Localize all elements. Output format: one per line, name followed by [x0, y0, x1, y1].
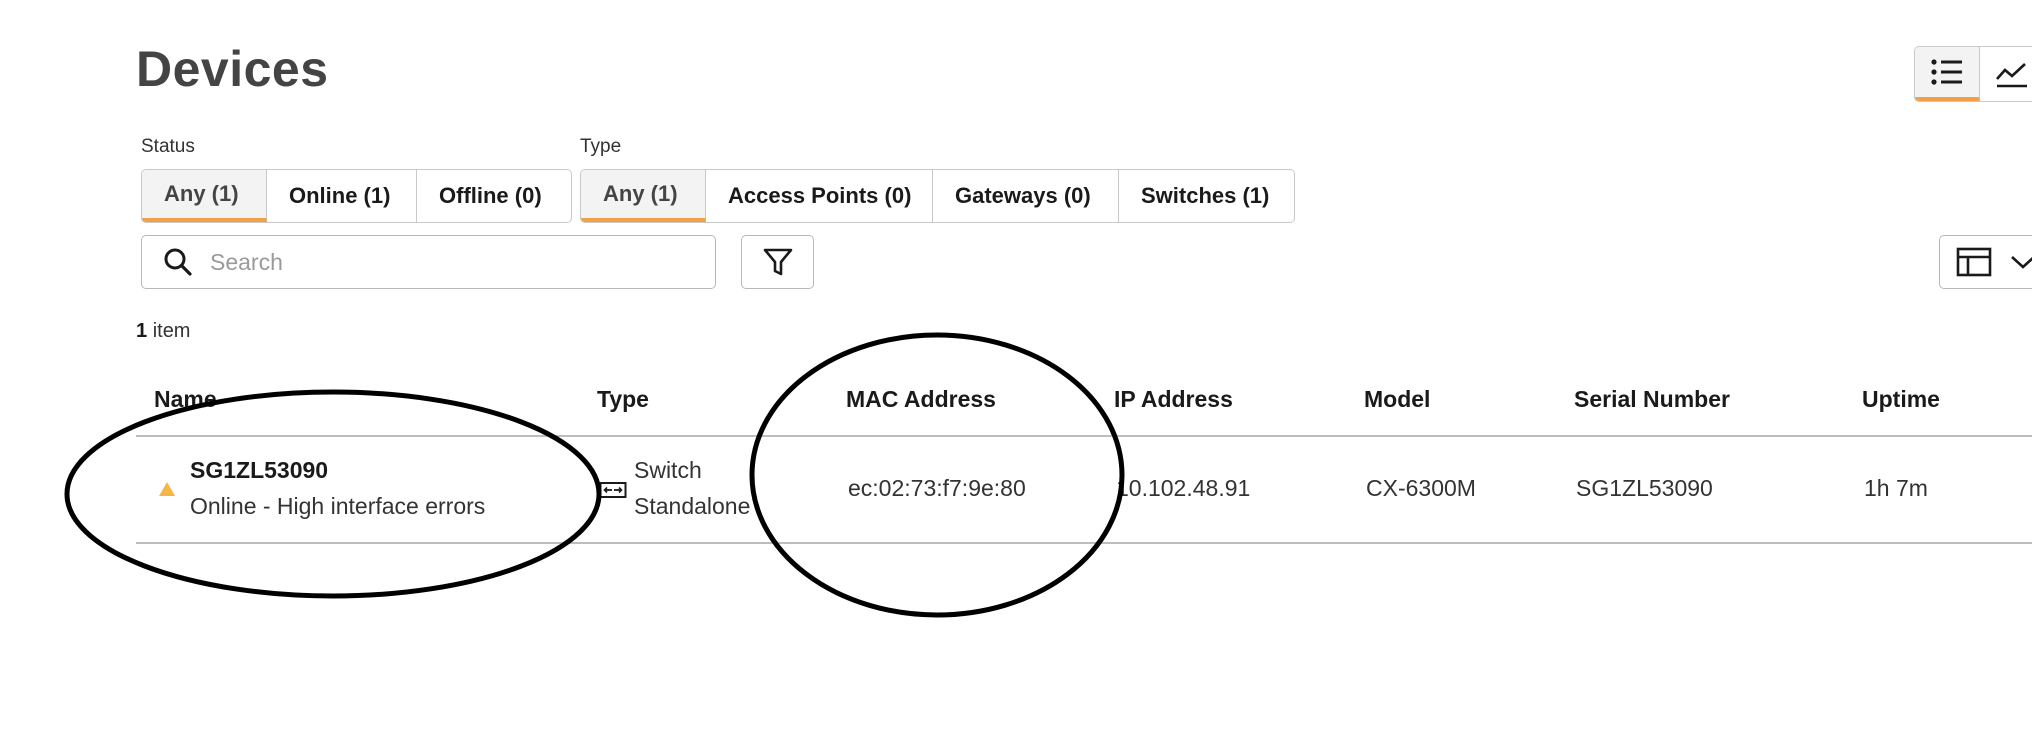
search-icon [162, 246, 194, 278]
chevron-down-icon [2011, 256, 2032, 269]
device-mac: ec:02:73:f7:9e:80 [848, 475, 1026, 501]
status-online-option[interactable]: Online (1) [267, 170, 417, 222]
device-status: Online - High interface errors [190, 493, 486, 519]
filter-icon [763, 248, 792, 276]
switch-icon [599, 482, 627, 498]
column-header-type[interactable]: Type [597, 386, 649, 413]
device-type: Switch [634, 457, 702, 483]
chart-view-button[interactable] [1980, 47, 2032, 101]
column-header-uptime[interactable]: Uptime [1862, 386, 1940, 413]
type-switches-option[interactable]: Switches (1) [1119, 170, 1294, 222]
device-ip: 10.102.48.91 [1116, 475, 1251, 501]
status-any-option[interactable]: Any (1) [142, 170, 267, 222]
filter-button[interactable] [741, 235, 814, 289]
device-name[interactable]: SG1ZL53090 [190, 457, 328, 484]
type-any-option[interactable]: Any (1) [581, 170, 706, 222]
table-row-divider [136, 542, 2032, 544]
device-serial: SG1ZL53090 [1576, 475, 1713, 501]
annotation-overlay [64, 332, 1125, 618]
status-filter: Any (1) Online (1) Offline (0) [141, 169, 572, 223]
view-toggle [1914, 46, 2032, 102]
search-input[interactable] [208, 247, 692, 277]
status-offline-option[interactable]: Offline (0) [417, 170, 571, 222]
column-header-model[interactable]: Model [1364, 386, 1430, 413]
item-count: 1 item [136, 320, 190, 343]
search-box [141, 235, 716, 289]
trend-chart-icon [1996, 63, 2027, 88]
item-count-number: 1 [136, 320, 148, 342]
page-title: Devices [136, 41, 329, 97]
device-uptime: 1h 7m [1864, 475, 1928, 501]
type-filter-label: Type [580, 136, 622, 157]
table-layout-icon [1956, 247, 1992, 277]
column-header-name[interactable]: Name [154, 386, 217, 413]
column-header-mac[interactable]: MAC Address [846, 386, 996, 413]
list-view-button[interactable] [1915, 47, 1980, 101]
table-header-divider [136, 435, 2032, 437]
status-filter-label: Status [141, 136, 195, 157]
device-model: CX-6300M [1366, 475, 1476, 501]
type-filter: Any (1) Access Points (0) Gateways (0) S… [580, 169, 1295, 223]
list-icon [1931, 59, 1962, 85]
column-header-serial[interactable]: Serial Number [1574, 386, 1730, 413]
devices-page: Devices Status Any (1) Online (1) Offlin… [0, 0, 2032, 734]
device-subtype: Standalone [634, 493, 751, 519]
column-header-ip[interactable]: IP Address [1114, 386, 1233, 413]
warning-status-icon [159, 482, 175, 496]
table-layout-button[interactable] [1939, 235, 2032, 289]
type-access-points-option[interactable]: Access Points (0) [706, 170, 933, 222]
type-gateways-option[interactable]: Gateways (0) [933, 170, 1119, 222]
item-count-label: item [152, 320, 191, 342]
